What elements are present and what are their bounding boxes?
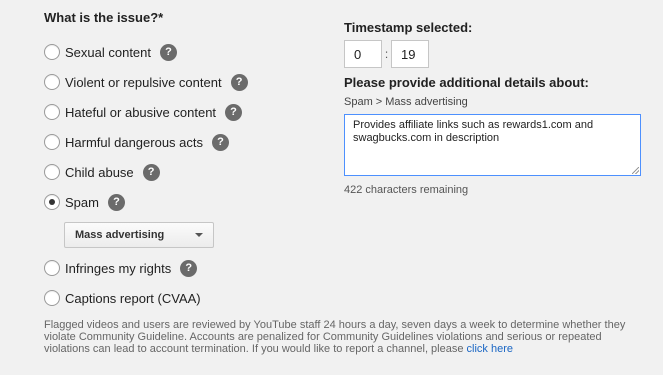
option-infringes-rights[interactable]: Infringes my rights ? (44, 253, 334, 283)
chevron-down-icon (195, 233, 203, 237)
dropdown-value: Mass advertising (75, 229, 165, 241)
option-child-abuse[interactable]: Child abuse ? (44, 157, 334, 187)
radio-button[interactable] (44, 44, 60, 60)
spam-type-dropdown[interactable]: Mass advertising (64, 222, 214, 248)
radio-button[interactable] (44, 290, 60, 306)
characters-remaining: 422 characters remaining (344, 184, 469, 196)
option-label[interactable]: Hateful or abusive content (65, 105, 216, 120)
details-text: Provides affiliate links such as rewards… (353, 119, 594, 144)
footer-text: Flagged videos and users are reviewed by… (44, 319, 626, 355)
radio-button[interactable] (44, 164, 60, 180)
radio-dot (49, 199, 55, 205)
timestamp-seconds-input[interactable]: 19 (391, 40, 429, 68)
option-label[interactable]: Infringes my rights (65, 261, 171, 276)
help-icon[interactable]: ? (160, 43, 178, 61)
option-harmful-acts[interactable]: Harmful dangerous acts ? (44, 127, 334, 157)
option-label[interactable]: Captions report (CVAA) (65, 291, 201, 306)
details-section: Timestamp selected: 0 : 19 Please provid… (344, 20, 644, 196)
option-violent-content[interactable]: Violent or repulsive content ? (44, 67, 334, 97)
option-label[interactable]: Child abuse (65, 165, 134, 180)
issue-question-title: What is the issue?* (44, 10, 164, 25)
option-label[interactable]: Harmful dangerous acts (65, 135, 203, 150)
help-icon[interactable]: ? (212, 133, 230, 151)
radio-button[interactable] (44, 260, 60, 276)
details-breadcrumb: Spam > Mass advertising (344, 96, 468, 108)
spam-dropdown-row: Mass advertising (44, 217, 334, 253)
help-icon[interactable]: ? (230, 73, 248, 91)
resize-handle-icon[interactable] (632, 167, 639, 174)
details-title: Please provide additional details about: (344, 75, 589, 90)
timestamp-title: Timestamp selected: (344, 20, 473, 35)
option-label[interactable]: Sexual content (65, 45, 151, 60)
option-spam[interactable]: Spam ? (44, 187, 334, 217)
details-textarea[interactable]: Provides affiliate links such as rewards… (344, 114, 641, 176)
option-label[interactable]: Violent or repulsive content (65, 75, 222, 90)
timestamp-row: 0 : 19 (344, 39, 644, 69)
option-hateful-content[interactable]: Hateful or abusive content ? (44, 97, 334, 127)
option-label[interactable]: Spam (65, 195, 99, 210)
report-channel-link[interactable]: click here (467, 343, 513, 355)
radio-button-selected[interactable] (44, 194, 60, 210)
help-icon[interactable]: ? (107, 193, 125, 211)
help-icon[interactable]: ? (180, 259, 198, 277)
radio-button[interactable] (44, 74, 60, 90)
radio-button[interactable] (44, 104, 60, 120)
option-sexual-content[interactable]: Sexual content ? (44, 37, 334, 67)
help-icon[interactable]: ? (142, 163, 160, 181)
option-captions-report[interactable]: Captions report (CVAA) (44, 283, 334, 313)
issue-section: What is the issue?* Sexual content ? Vio… (44, 10, 334, 313)
footer-notice: Flagged videos and users are reviewed by… (44, 319, 649, 355)
help-icon[interactable]: ? (225, 103, 243, 121)
timestamp-minutes-input[interactable]: 0 (344, 40, 382, 68)
radio-button[interactable] (44, 134, 60, 150)
timestamp-separator: : (384, 47, 389, 61)
